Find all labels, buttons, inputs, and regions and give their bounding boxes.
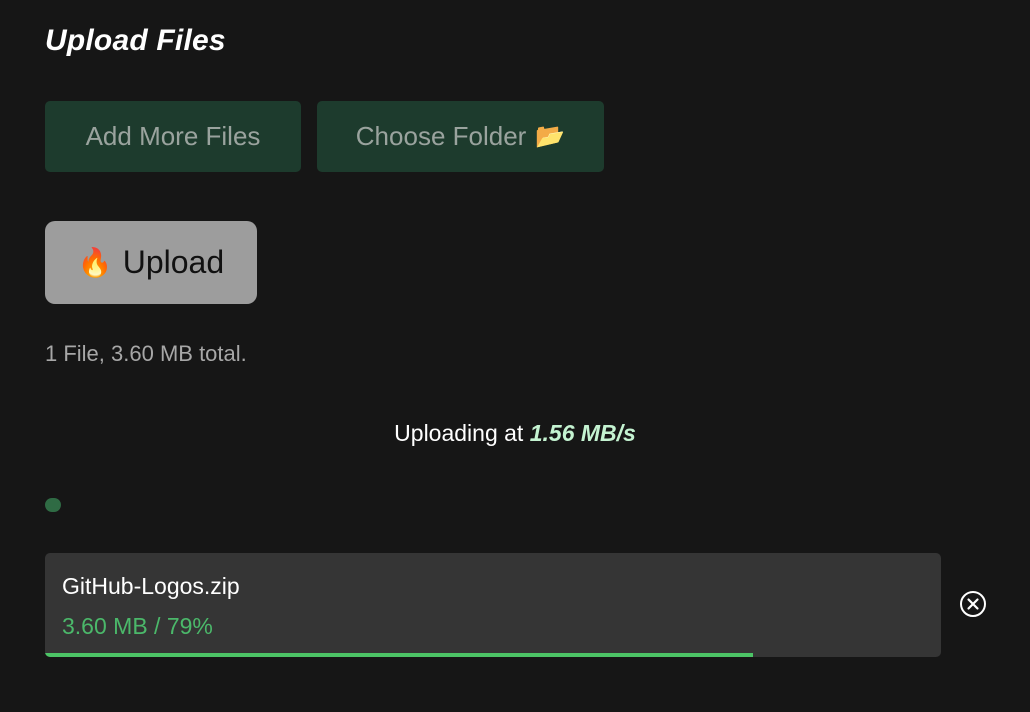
remove-file-button[interactable] (959, 590, 987, 618)
file-progress-track (45, 653, 941, 657)
upload-speed-prefix: Uploading at (394, 420, 530, 446)
folder-icon: 📂 (535, 123, 566, 150)
choose-folder-label: Choose Folder (355, 121, 527, 151)
fire-icon: 🔥 (77, 247, 113, 278)
file-name: GitHub-Logos.zip (62, 573, 240, 599)
files-summary: 1 File, 3.60 MB total. (45, 341, 247, 366)
add-more-files-button[interactable]: Add More Files (45, 101, 301, 172)
overall-progress-indicator (45, 498, 61, 512)
choose-folder-button[interactable]: Choose Folder 📂 (317, 101, 604, 172)
file-list-item: GitHub-Logos.zip 3.60 MB / 79% (45, 553, 941, 657)
file-progress-status: 3.60 MB / 79% (62, 613, 213, 639)
add-more-files-label: Add More Files (85, 121, 261, 151)
upload-speed-value: 1.56 MB/s (529, 420, 636, 446)
page-title: Upload Files (45, 24, 226, 57)
upload-button[interactable]: 🔥 Upload (45, 221, 257, 304)
upload-page: Upload Files Add More Files Choose Folde… (0, 0, 1030, 712)
file-progress-bar (45, 653, 753, 657)
close-circle-icon (960, 591, 986, 617)
upload-label: Upload (122, 244, 225, 280)
upload-speed-status: Uploading at 1.56 MB/s (0, 420, 1030, 447)
